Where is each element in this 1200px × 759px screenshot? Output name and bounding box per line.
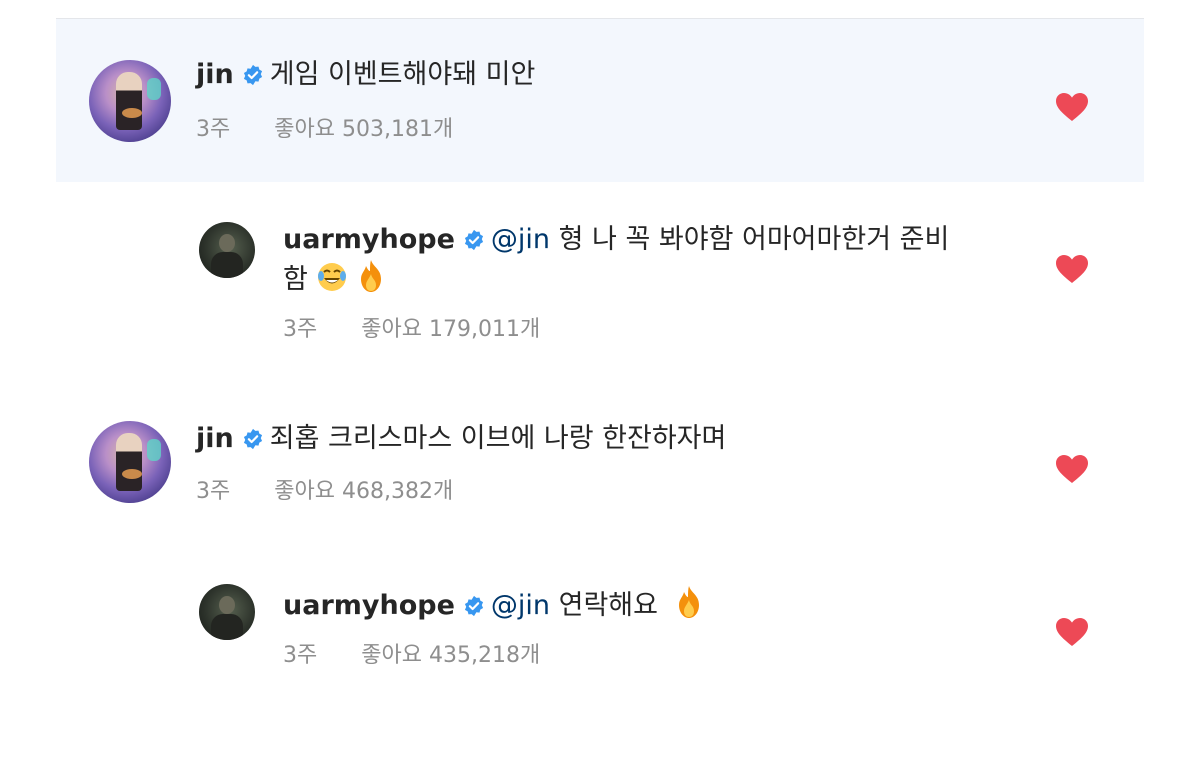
comments-page: jin 게임 이벤트해야돼 미안 3주 좋아요 503,181개 uarmyhope… [0, 0, 1200, 759]
likes-count-link[interactable]: 좋아요 435,218개 [361, 643, 540, 668]
username-link[interactable]: jin [196, 59, 234, 90]
likes-count-link[interactable]: 좋아요 179,011개 [361, 317, 540, 342]
like-heart-icon[interactable] [1055, 254, 1089, 284]
avatar-image-detail [147, 439, 161, 461]
avatar-image-detail [116, 433, 142, 491]
comment-time[interactable]: 3주 [196, 117, 230, 142]
avatar[interactable] [89, 60, 171, 142]
comment-text-line: jin 죄홉 크리스마스 이브에 나랑 한잔하자며 [196, 421, 726, 457]
verified-badge-icon [464, 595, 483, 617]
avatar[interactable] [199, 584, 255, 640]
avatar-image-detail [219, 596, 235, 614]
like-heart-icon[interactable] [1055, 454, 1089, 484]
comment-meta: 3주 좋아요 179,011개 [283, 316, 540, 344]
comment-text: 게임 이벤트해야돼 미안 [269, 59, 536, 90]
highlighted-comment-background [56, 19, 1144, 182]
comment-text-line: jin 게임 이벤트해야돼 미안 [196, 57, 535, 93]
comment-text: 함 [283, 264, 308, 295]
username-link[interactable]: uarmyhope [283, 224, 455, 255]
username-link[interactable]: jin [196, 423, 234, 454]
avatar-image-detail [147, 78, 161, 100]
like-heart-icon[interactable] [1055, 92, 1089, 122]
comment-text: 형 나 꼭 봐야함 어마어마한거 준비 [558, 224, 950, 255]
comment-meta: 3주 좋아요 468,382개 [196, 478, 453, 506]
verified-badge-icon [243, 428, 262, 450]
avatar[interactable] [199, 222, 255, 278]
fire-emoji-icon [678, 586, 699, 618]
avatar[interactable] [89, 421, 171, 503]
comment-time[interactable]: 3주 [283, 643, 317, 668]
likes-count-link[interactable]: 좋아요 468,382개 [274, 479, 453, 504]
comment-meta: 3주 좋아요 435,218개 [283, 642, 540, 670]
mention-link[interactable]: @jin [491, 224, 550, 255]
avatar-image-detail [122, 108, 142, 118]
avatar-image-detail [122, 469, 142, 479]
likes-count-link[interactable]: 좋아요 503,181개 [274, 117, 453, 142]
verified-badge-icon [243, 64, 262, 86]
fire-emoji-icon [361, 260, 382, 292]
comment-meta: 3주 좋아요 503,181개 [196, 116, 453, 144]
laughing-tears-emoji-icon [318, 263, 347, 291]
comment-text-line: uarmyhope @jin 연락해요 [283, 585, 703, 624]
comment-text: 죄홉 크리스마스 이브에 나랑 한잔하자며 [269, 423, 727, 454]
avatar-image-detail [219, 234, 235, 252]
comment-time[interactable]: 3주 [283, 317, 317, 342]
avatar-image-detail [211, 614, 243, 640]
username-link[interactable]: uarmyhope [283, 590, 455, 621]
verified-badge-icon [464, 229, 483, 251]
comment-text-line: 함 [283, 259, 385, 298]
like-heart-icon[interactable] [1055, 617, 1089, 647]
comment-text: 연락해요 [558, 590, 658, 621]
comment-text-line: uarmyhope @jin 형 나 꼭 봐야함 어마어마한거 준비 [283, 222, 949, 258]
comment-time[interactable]: 3주 [196, 479, 230, 504]
mention-link[interactable]: @jin [491, 590, 550, 621]
avatar-image-detail [116, 72, 142, 130]
avatar-image-detail [211, 252, 243, 278]
